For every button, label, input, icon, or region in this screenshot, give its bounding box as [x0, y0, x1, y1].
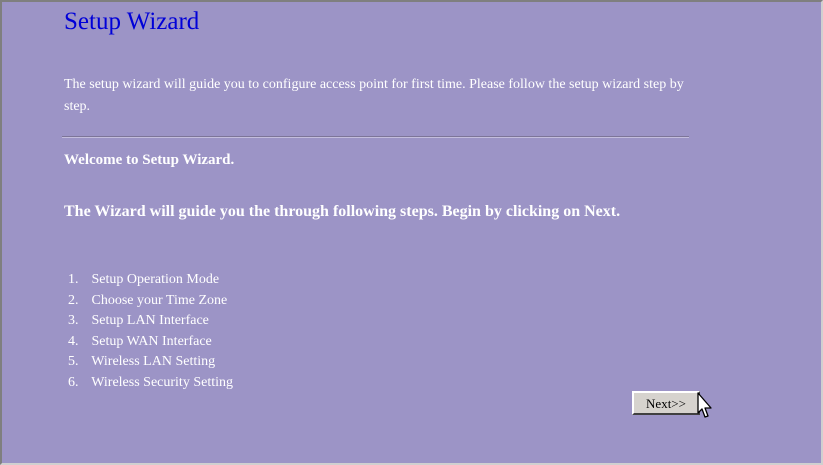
- step-item: 5. Wireless LAN Setting: [68, 352, 233, 373]
- wizard-description: The setup wizard will guide you to confi…: [64, 77, 684, 114]
- step-number: 6.: [68, 374, 79, 390]
- step-item: 1. Setup Operation Mode: [68, 270, 233, 291]
- step-number: 3.: [68, 313, 79, 328]
- step-label: Setup LAN Interface: [91, 313, 209, 328]
- next-button[interactable]: Next>>: [632, 391, 700, 415]
- setup-wizard-panel: Setup Wizard The setup wizard will guide…: [0, 0, 823, 465]
- steps-list: 1. Setup Operation Mode 2. Choose your T…: [68, 270, 233, 393]
- step-item: 2. Choose your Time Zone: [68, 291, 233, 312]
- welcome-heading: Welcome to Setup Wizard.: [64, 152, 235, 168]
- step-number: 2.: [68, 292, 79, 308]
- step-label: Setup Operation Mode: [91, 272, 220, 287]
- step-number: 4.: [68, 333, 79, 349]
- step-number: 5.: [68, 354, 79, 369]
- divider: [62, 136, 689, 138]
- step-item: 6. Wireless Security Setting: [68, 373, 233, 394]
- step-number: 1.: [68, 272, 79, 287]
- step-label: Wireless LAN Setting: [91, 354, 216, 369]
- guide-instructions: The Wizard will guide you the through fo…: [64, 203, 621, 220]
- step-label: Choose your Time Zone: [91, 292, 228, 308]
- step-label: Setup WAN Interface: [91, 333, 212, 349]
- step-item: 4. Setup WAN Interface: [68, 332, 233, 353]
- page-title: Setup Wizard: [64, 8, 200, 35]
- step-label: Wireless Security Setting: [91, 374, 233, 390]
- step-item: 3. Setup LAN Interface: [68, 311, 233, 332]
